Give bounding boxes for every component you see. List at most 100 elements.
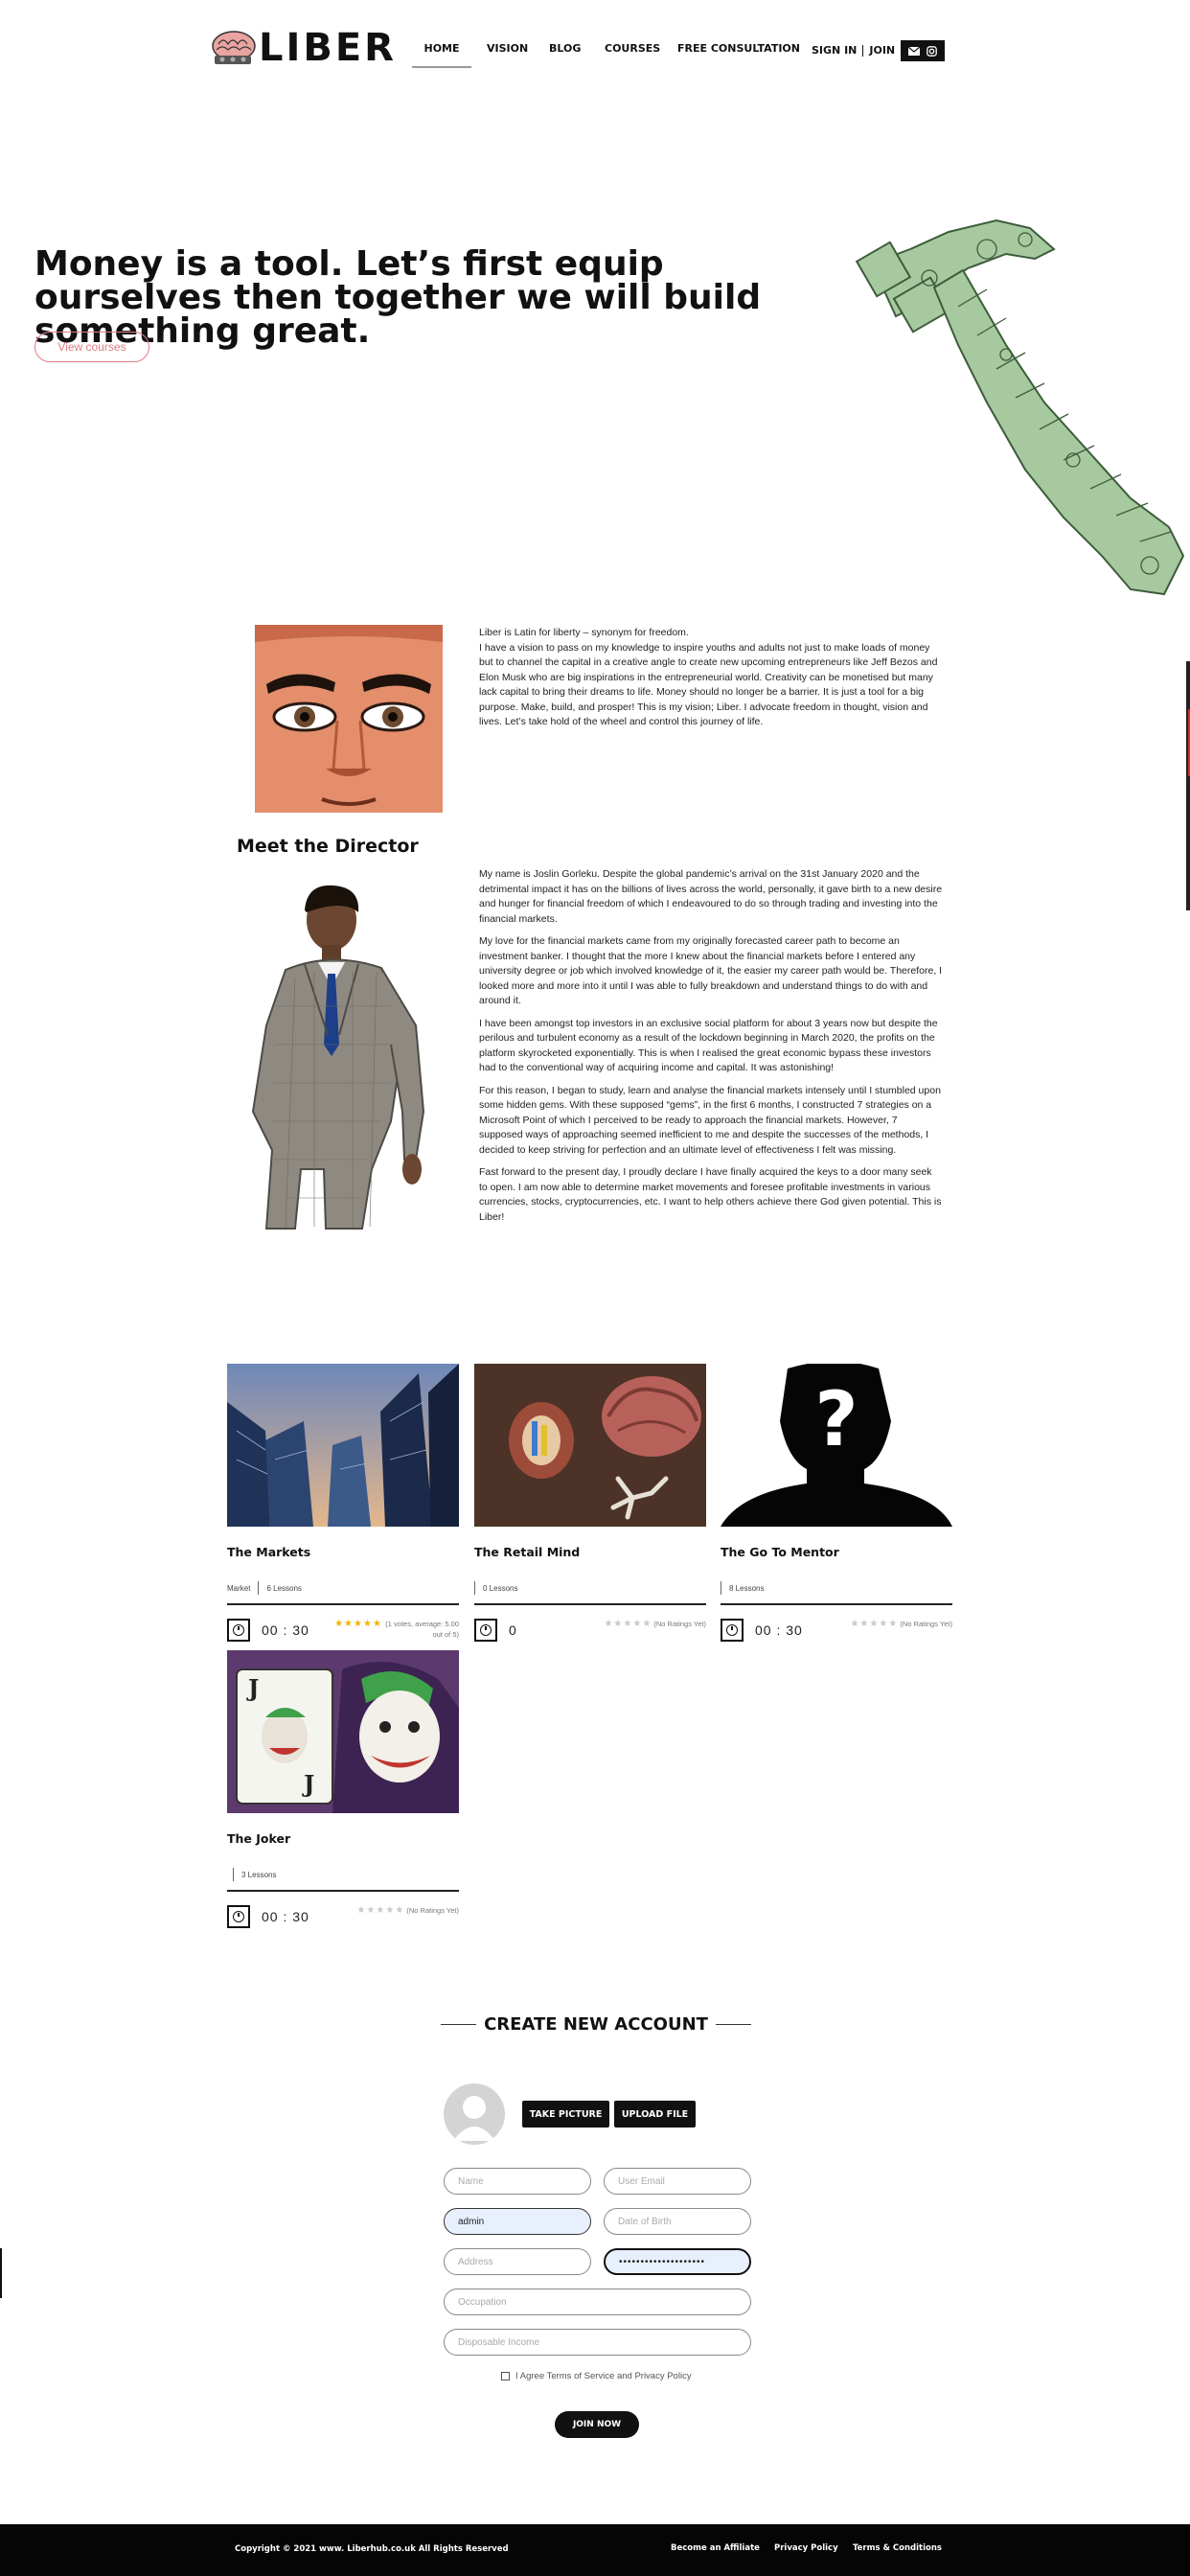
star-rating-icon[interactable]: ★★★★★: [356, 1905, 404, 1916]
course-meta: 3 Lessons: [227, 1867, 459, 1882]
director-paragraph-3: I have been amongst top investors in an …: [479, 1017, 938, 1074]
clock-icon: [721, 1619, 744, 1642]
course-duration: 00 : 30: [755, 1622, 803, 1638]
course-title[interactable]: The Retail Mind: [474, 1545, 706, 1559]
course-lessons: 0 Lessons: [483, 1583, 518, 1593]
signup-heading: CREATE NEW ACCOUNT: [441, 2014, 751, 2035]
envelope-icon[interactable]: [907, 46, 920, 56]
course-thumbnail-mystery-silhouette[interactable]: ?: [721, 1361, 952, 1527]
meta-divider: [258, 1581, 260, 1595]
course-divider: [227, 1603, 459, 1605]
course-card[interactable]: ? The Go To Mentor 8 Lessons 00 : 30 ★★★…: [721, 1361, 952, 1645]
rating-text: (No Ratings Yet): [900, 1620, 952, 1628]
star-rating-icon[interactable]: ★★★★★: [850, 1619, 898, 1629]
heading-rule-right: [715, 2024, 751, 2025]
course-title[interactable]: The Markets: [227, 1545, 459, 1559]
password-field[interactable]: ••••••••••••••••••••: [604, 2248, 751, 2275]
svg-text:J: J: [302, 1770, 314, 1798]
course-rating: ★★★★★ (No Ratings Yet): [850, 1619, 952, 1629]
director-paragraph-1: My name is Joslin Gorleku. Despite the g…: [479, 868, 943, 925]
email-field[interactable]: User Email: [604, 2168, 751, 2195]
username-field[interactable]: admin: [444, 2208, 591, 2235]
course-footer: 00 : 30 ★★★★★ (1 votes, average: 5.00 ou…: [227, 1619, 459, 1645]
director-paragraph-4: For this reason, I began to study, learn…: [479, 1084, 941, 1156]
clock-icon: [474, 1619, 497, 1642]
course-rating: ★★★★★ (No Ratings Yet): [356, 1905, 459, 1916]
auth-links: SIGN IN JOIN: [812, 44, 895, 57]
director-heading: Meet the Director: [237, 836, 419, 857]
social-links: [901, 40, 945, 61]
course-lessons: 6 Lessons: [266, 1583, 302, 1593]
course-title[interactable]: The Go To Mentor: [721, 1545, 952, 1559]
join-now-button[interactable]: JOIN NOW: [555, 2411, 639, 2438]
take-picture-button[interactable]: TAKE PICTURE: [522, 2101, 609, 2128]
course-lessons: 3 Lessons: [241, 1870, 277, 1879]
nav-free-consultation[interactable]: FREE CONSULTATION: [677, 42, 800, 55]
course-footer: 00 : 30 ★★★★★ (No Ratings Yet): [721, 1619, 952, 1645]
join-link[interactable]: JOIN: [869, 44, 895, 57]
terms-checkbox[interactable]: [501, 2372, 510, 2380]
course-rating: ★★★★★ (No Ratings Yet): [604, 1619, 706, 1629]
rating-text: (No Ratings Yet): [653, 1620, 706, 1628]
terms-agreement: I Agree Terms of Service and Privacy Pol…: [501, 2371, 692, 2381]
course-divider: [721, 1603, 952, 1605]
logo[interactable]: LIBER: [209, 29, 397, 67]
course-divider: [227, 1890, 459, 1892]
signup-title: CREATE NEW ACCOUNT: [484, 2014, 708, 2035]
nav-home[interactable]: HOME: [412, 42, 471, 68]
privacy-policy-link[interactable]: Privacy Policy: [774, 2543, 838, 2553]
address-field[interactable]: Address: [444, 2248, 591, 2275]
brain-logo-icon: [212, 31, 256, 64]
site-footer: Copyright © 2021 www. Liberhub.co.uk All…: [0, 2524, 1190, 2576]
course-card[interactable]: The Retail Mind 0 Lessons 0 ★★★★★ (No Ra…: [474, 1364, 706, 1645]
nav-vision[interactable]: VISION: [487, 42, 528, 55]
course-divider: [474, 1603, 706, 1605]
nav-blog[interactable]: BLOG: [549, 42, 581, 55]
course-card[interactable]: J J The Joker 3 Lessons 00 : 30 ★★★★★ (N…: [227, 1650, 459, 1932]
course-category[interactable]: Market: [227, 1584, 250, 1593]
course-lessons: 8 Lessons: [729, 1583, 765, 1593]
about-text: Liber is Latin for liberty – synonym for…: [479, 626, 943, 730]
course-meta: 8 Lessons: [721, 1580, 952, 1596]
disposable-income-field[interactable]: Disposable Income: [444, 2329, 751, 2356]
terms-label[interactable]: I Agree Terms of Service and Privacy Pol…: [515, 2371, 692, 2381]
profile-avatar-placeholder: [444, 2083, 505, 2145]
svg-text:J: J: [246, 1674, 259, 1702]
heading-rule-left: [441, 2024, 477, 2025]
date-of-birth-field[interactable]: Date of Birth: [604, 2208, 751, 2235]
course-thumbnail-brain-model[interactable]: [474, 1364, 706, 1527]
instagram-icon[interactable]: [927, 45, 938, 57]
course-duration: 0: [509, 1622, 517, 1638]
terms-link[interactable]: Terms & Conditions: [853, 2543, 942, 2553]
course-meta: 0 Lessons: [474, 1580, 706, 1596]
name-field[interactable]: Name: [444, 2168, 591, 2195]
course-duration: 00 : 30: [262, 1909, 309, 1924]
star-rating-icon[interactable]: ★★★★★: [334, 1619, 382, 1629]
director-bio: My name is Joslin Gorleku. Despite the g…: [479, 867, 943, 1232]
clock-icon: [227, 1905, 250, 1928]
course-meta: Market 6 Lessons: [227, 1580, 459, 1596]
founder-face-illustration: [255, 625, 443, 813]
course-card[interactable]: The Markets Market 6 Lessons 00 : 30 ★★★…: [227, 1364, 459, 1645]
director-paragraph-2: My love for the financial markets came f…: [479, 935, 943, 1006]
course-title[interactable]: The Joker: [227, 1831, 459, 1846]
occupation-field[interactable]: Occupation: [444, 2288, 751, 2315]
svg-text:?: ?: [814, 1377, 858, 1463]
upload-file-button[interactable]: UPLOAD FILE: [614, 2101, 696, 2128]
course-footer: 0 ★★★★★ (No Ratings Yet): [474, 1619, 706, 1645]
meta-divider: [233, 1868, 234, 1881]
about-intro: Liber is Latin for liberty – synonym for…: [479, 627, 689, 638]
course-footer: 00 : 30 ★★★★★ (No Ratings Yet): [227, 1905, 459, 1932]
site-header: LIBER HOME VISION BLOG COURSES FREE CONS…: [0, 0, 1190, 96]
affiliate-link[interactable]: Become an Affiliate: [671, 2543, 760, 2553]
view-courses-button[interactable]: View courses: [34, 332, 149, 362]
sign-in-link[interactable]: SIGN IN: [812, 44, 857, 57]
hero-title: Money is a tool. Let’s first equip ourse…: [34, 244, 762, 351]
user-silhouette-icon: [453, 2096, 495, 2141]
nav-courses[interactable]: COURSES: [605, 42, 660, 55]
course-thumbnail-joker-card[interactable]: J J: [227, 1650, 459, 1813]
course-thumbnail-skyscrapers[interactable]: [227, 1364, 459, 1527]
director-illustration: [251, 885, 425, 1230]
right-edge-scroll-strip: [1186, 661, 1190, 910]
star-rating-icon[interactable]: ★★★★★: [604, 1619, 652, 1629]
